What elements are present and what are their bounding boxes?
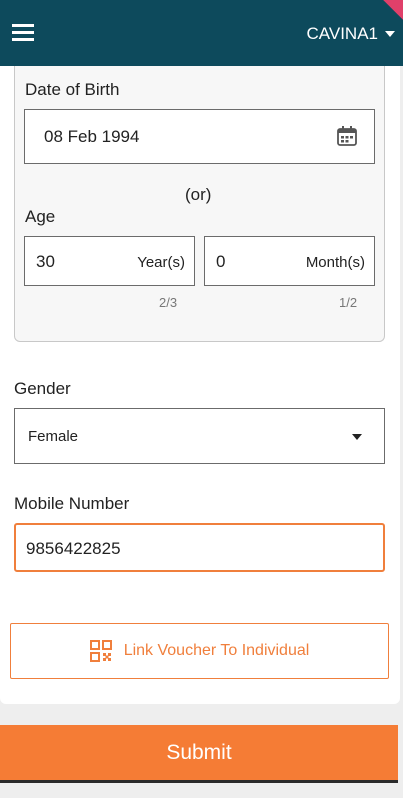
months-unit: Month(s) (305, 254, 365, 271)
submit-button[interactable]: Submit (0, 725, 398, 783)
user-menu-button[interactable]: CAVINA1 (306, 22, 395, 46)
mobile-number-input[interactable]: 9856422825 (14, 523, 385, 572)
link-voucher-label: Link Voucher To Individual (123, 642, 310, 659)
app-header: CAVINA1 (0, 0, 403, 66)
gender-selected: Female (28, 428, 79, 445)
years-unit: Year(s) (137, 254, 185, 271)
or-text: (or) (185, 185, 212, 204)
months-hint: 1/2 (339, 295, 358, 310)
mobile-value: 9856422825 (26, 539, 121, 558)
dob-age-section: Date of Birth 08 Feb 1994 (or) Age 30 Ye… (14, 66, 385, 342)
dob-value: 08 Feb 1994 (44, 127, 140, 146)
age-label: Age (25, 207, 56, 226)
years-value: 30 (36, 252, 55, 271)
corner-ribbon (383, 0, 403, 20)
gender-select[interactable]: Female (14, 408, 385, 464)
age-years-input[interactable]: 30 Year(s) (24, 236, 195, 286)
form-card: Date of Birth 08 Feb 1994 (or) Age 30 Ye… (0, 66, 400, 704)
gender-label: Gender (14, 379, 71, 398)
age-months-input[interactable]: 0 Month(s) (204, 236, 375, 286)
chevron-down-icon (352, 434, 362, 440)
calendar-icon[interactable] (336, 125, 358, 147)
months-value: 0 (216, 252, 226, 271)
qr-code-icon (89, 640, 112, 662)
years-hint: 2/3 (159, 295, 178, 310)
dob-field[interactable]: 08 Feb 1994 (24, 109, 375, 164)
caret-down-icon (385, 31, 395, 37)
hamburger-menu-icon[interactable] (12, 24, 34, 42)
mobile-label: Mobile Number (14, 494, 130, 513)
link-voucher-button[interactable]: Link Voucher To Individual (10, 623, 389, 679)
user-label: CAVINA1 (306, 24, 379, 43)
submit-label: Submit (166, 740, 232, 764)
dob-label: Date of Birth (25, 80, 120, 99)
